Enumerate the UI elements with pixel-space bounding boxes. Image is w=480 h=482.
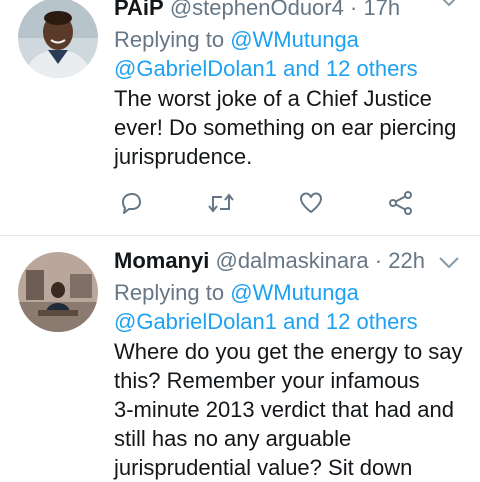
chevron-down-icon[interactable] [438, 256, 460, 275]
tweet-body-line: this? Remember your infamous [114, 368, 420, 393]
tweet-body-line: jurisprudence. [114, 144, 253, 169]
tweet-2[interactable]: Momanyi @dalmaskinara · 22h Replying to … [0, 236, 480, 480]
share-icon[interactable] [388, 190, 414, 216]
tweet-1[interactable]: PAiP @stephenOduor4 · 17h Replying to @W… [0, 0, 480, 236]
tweet-content: Momanyi @dalmaskinara · 22h Replying to … [114, 248, 480, 482]
reply-icon[interactable] [118, 190, 144, 216]
retweet-icon[interactable] [206, 190, 236, 216]
tweet-body: The worst joke of a Chief Justice ever! … [114, 84, 480, 171]
replying-to-label: Replying to [114, 280, 225, 305]
replying-to: Replying to @WMutunga [114, 25, 480, 54]
reply-others-link[interactable]: @GabrielDolan1 and 12 others [114, 309, 418, 334]
tweet-header: Momanyi @dalmaskinara · 22h [114, 248, 480, 274]
tweet-time[interactable]: 22h [388, 248, 425, 273]
avatar[interactable] [18, 252, 98, 332]
tweet-body: Where do you get the energy to say this?… [114, 337, 480, 482]
replying-to-label: Replying to [114, 27, 225, 52]
user-handle[interactable]: @dalmaskinara [215, 248, 368, 273]
replying-to-others: @GabrielDolan1 and 12 others [114, 307, 480, 336]
reply-others-link[interactable]: @GabrielDolan1 and 12 others [114, 56, 418, 81]
tweet-body-line: ever! Do something on ear piercing [114, 115, 457, 140]
display-name[interactable]: PAiP [114, 0, 164, 20]
tweet-actions [118, 190, 418, 220]
replying-to: Replying to @WMutunga [114, 278, 480, 307]
tweet-content: PAiP @stephenOduor4 · 17h Replying to @W… [114, 0, 480, 171]
reply-handle-link[interactable]: @WMutunga [230, 280, 359, 305]
reply-handle-link[interactable]: @WMutunga [230, 27, 359, 52]
heart-icon[interactable] [298, 190, 324, 216]
tweet-body-line: jurisprudential value? Sit down [114, 455, 413, 480]
separator-dot: · [374, 248, 383, 273]
user-handle[interactable]: @stephenOduor4 [170, 0, 344, 20]
tweet-body-line: still has no any arguable [114, 426, 352, 451]
tweet-header: PAiP @stephenOduor4 · 17h [114, 0, 480, 21]
display-name[interactable]: Momanyi [114, 248, 209, 273]
tweet-body-line: 3-minute 2013 verdict that had and [114, 397, 455, 422]
separator-dot: · [349, 0, 358, 20]
tweet-time[interactable]: 17h [363, 0, 400, 20]
tweet-body-line: Where do you get the energy to say [114, 339, 463, 364]
avatar[interactable] [18, 0, 98, 78]
chevron-down-icon[interactable] [438, 0, 460, 13]
replying-to-others: @GabrielDolan1 and 12 others [114, 54, 480, 83]
tweet-body-line: The worst joke of a Chief Justice [114, 86, 432, 111]
